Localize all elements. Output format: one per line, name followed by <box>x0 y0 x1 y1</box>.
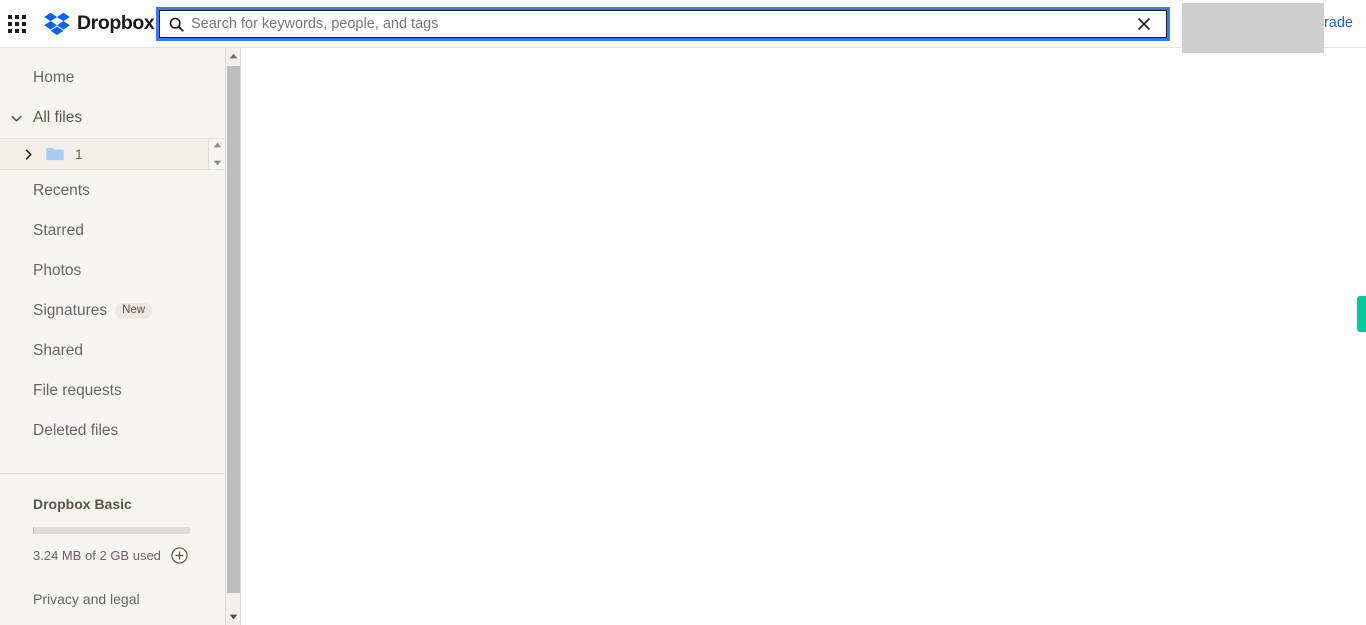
sidebar-item-all-files[interactable]: All files <box>0 98 225 138</box>
folder-row-scrollbar[interactable] <box>208 139 225 169</box>
sidebar-item-starred[interactable]: Starred <box>0 211 225 251</box>
header-loading-placeholder <box>1182 3 1324 53</box>
sidebar-folder-label: 1 <box>75 146 83 162</box>
sidebar-item-label: Shared <box>33 342 83 359</box>
brand-name-label: Dropbox <box>77 12 155 34</box>
sidebar-item-label: Deleted files <box>33 422 119 439</box>
plus-circle-icon[interactable] <box>171 547 188 564</box>
sidebar-item-label: All files <box>33 109 83 126</box>
search-icon <box>169 17 184 32</box>
main-content-area <box>243 48 1366 625</box>
sidebar-item-deleted-files[interactable]: Deleted files <box>0 411 225 451</box>
apps-grid-icon[interactable] <box>0 0 34 48</box>
triangle-down-icon[interactable] <box>213 160 222 166</box>
sidebar-item-home[interactable]: Home <box>0 58 225 98</box>
sidebar-item-label: File requests <box>33 382 122 399</box>
search-bar[interactable] <box>156 7 1170 41</box>
sidebar-item-shared[interactable]: Shared <box>0 331 225 371</box>
scrollbar-down-button[interactable] <box>226 609 240 625</box>
dropbox-app-window: Dropbox rade Home <box>0 0 1366 625</box>
search-input[interactable] <box>191 11 1121 37</box>
search-clear-button[interactable] <box>1121 10 1167 38</box>
search-input-container[interactable] <box>159 10 1121 38</box>
feedback-tab[interactable] <box>1357 296 1366 332</box>
sidebar-item-recents[interactable]: Recents <box>0 171 225 211</box>
upgrade-link[interactable]: rade <box>1324 15 1353 31</box>
sidebar-item-signatures[interactable]: Signatures New <box>0 291 225 331</box>
dropbox-brand-home-link[interactable]: Dropbox <box>44 0 155 48</box>
sidebar-folder-row-1[interactable]: 1 <box>0 138 225 170</box>
top-header-bar: Dropbox rade <box>0 0 1366 53</box>
close-icon <box>1137 17 1150 31</box>
folder-icon <box>46 147 64 161</box>
sidebar-item-label: Signatures <box>33 302 108 319</box>
triangle-up-icon[interactable] <box>213 142 222 148</box>
sidebar-item-file-requests[interactable]: File requests <box>0 371 225 411</box>
storage-progress-bar <box>33 527 190 534</box>
storage-usage-label: 3.24 MB of 2 GB used <box>33 548 161 563</box>
sidebar-item-photos[interactable]: Photos <box>0 251 225 291</box>
storage-usage-row: 3.24 MB of 2 GB used <box>33 547 225 564</box>
sidebar-item-label: Photos <box>33 262 82 279</box>
sidebar-nav-list: Home All files 1 Recents Starred Photos … <box>0 48 225 451</box>
storage-plan-block: Dropbox Basic 3.24 MB of 2 GB used <box>0 474 225 564</box>
scrollbar-up-button[interactable] <box>226 48 240 64</box>
sidebar-scrollbar[interactable] <box>225 48 241 625</box>
plan-title: Dropbox Basic <box>33 496 132 512</box>
sidebar-item-label: Starred <box>33 222 84 239</box>
privacy-and-legal-link[interactable]: Privacy and legal <box>33 591 140 607</box>
left-sidebar: Home All files 1 Recents Starred Photos … <box>0 48 225 625</box>
sidebar-item-label: Recents <box>33 182 90 199</box>
sidebar-item-label: Home <box>33 69 75 86</box>
apps-grid-dots <box>8 14 26 33</box>
triangle-down-icon <box>229 614 237 620</box>
chevron-right-icon[interactable] <box>22 148 35 161</box>
scrollbar-thumb[interactable] <box>227 66 240 593</box>
triangle-up-icon <box>229 53 237 59</box>
chevron-down-icon <box>11 115 22 122</box>
status-badge-new: New <box>115 302 153 320</box>
dropbox-logo-icon <box>44 12 70 35</box>
